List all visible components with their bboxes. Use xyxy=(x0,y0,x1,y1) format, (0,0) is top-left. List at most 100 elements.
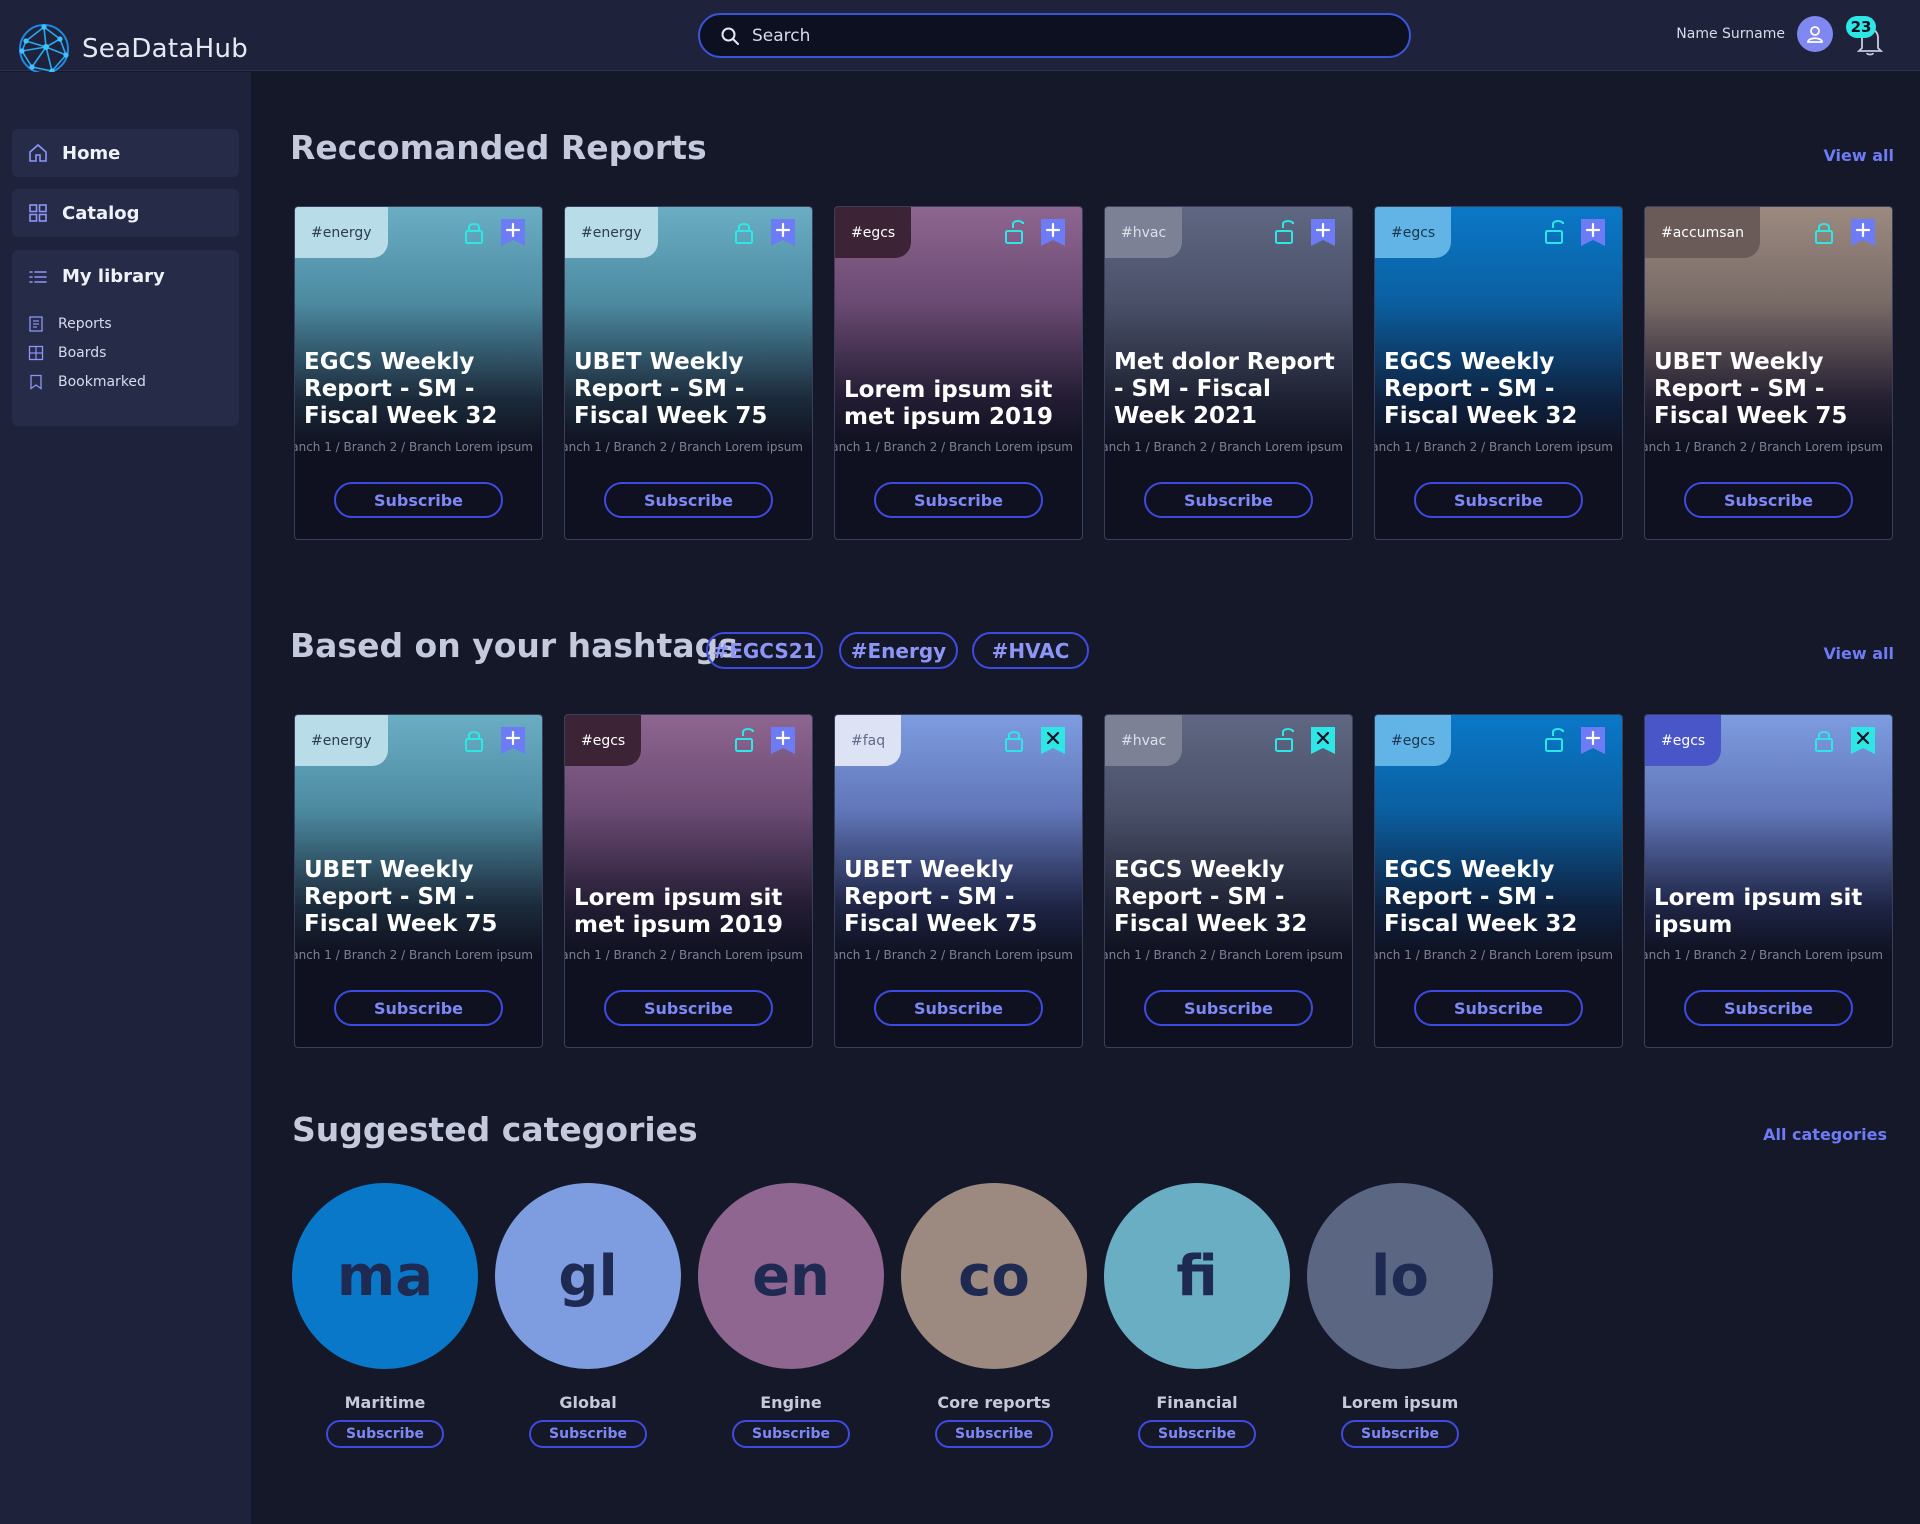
subscribe-button[interactable]: Subscribe xyxy=(1684,482,1853,518)
card-tag[interactable]: #energy xyxy=(565,207,658,258)
subscribe-button[interactable]: Subscribe xyxy=(1414,990,1583,1026)
card-title[interactable]: EGCS Weekly Report - SM - Fiscal Week 32 xyxy=(1384,857,1619,938)
subscribe-button[interactable]: Subscribe xyxy=(1144,990,1313,1026)
add-bookmark-icon[interactable] xyxy=(1851,219,1875,246)
report-card[interactable]: #energy UBET Weekly Report - SM - Fiscal … xyxy=(564,206,813,540)
category-avatar[interactable]: en xyxy=(698,1183,884,1369)
subscribe-button[interactable]: Subscribe xyxy=(1684,990,1853,1026)
card-tag[interactable]: #egcs xyxy=(835,207,912,258)
card-tag[interactable]: #egcs xyxy=(1375,207,1452,258)
report-card[interactable]: #faq UBET Weekly Report - SM - Fiscal Wee… xyxy=(834,714,1083,1048)
category-avatar[interactable]: co xyxy=(901,1183,1087,1369)
all-categories-link[interactable]: All categories xyxy=(1763,1125,1887,1144)
unlock-icon[interactable] xyxy=(731,727,757,753)
logo[interactable]: SeaDataHub xyxy=(16,21,248,77)
report-card[interactable]: #hvac Met dolor Report - SM - Fiscal Week… xyxy=(1104,206,1353,540)
search-input[interactable] xyxy=(752,25,1352,46)
card-tag[interactable]: #hvac xyxy=(1105,207,1183,258)
card-tag[interactable]: #accumsan xyxy=(1645,207,1760,258)
report-card[interactable]: #egcs EGCS Weekly Report - SM - Fiscal We… xyxy=(1374,206,1623,540)
add-bookmark-icon[interactable] xyxy=(1581,219,1605,246)
card-tag[interactable]: #hvac xyxy=(1105,715,1183,766)
unlock-icon[interactable] xyxy=(1271,727,1297,753)
user-menu[interactable]: Name Surname xyxy=(1676,16,1833,52)
category-avatar[interactable]: gl xyxy=(495,1183,681,1369)
library-item-boards[interactable]: Boards xyxy=(28,345,106,361)
hashtag-pill-egcs21[interactable]: #EGCS21 xyxy=(706,632,823,669)
card-tag[interactable]: #energy xyxy=(295,715,388,766)
subscribe-button[interactable]: Subscribe xyxy=(604,990,773,1026)
unlock-icon[interactable] xyxy=(1541,219,1567,245)
lock-icon[interactable] xyxy=(461,219,487,245)
category-avatar[interactable]: ma xyxy=(292,1183,478,1369)
lock-icon[interactable] xyxy=(1811,219,1837,245)
lock-icon[interactable] xyxy=(731,219,757,245)
subscribe-button[interactable]: Subscribe xyxy=(874,482,1043,518)
card-title[interactable]: Lorem ipsum sit met ipsum 2019 xyxy=(574,885,809,939)
report-card[interactable]: #energy EGCS Weekly Report - SM - Fiscal … xyxy=(294,206,543,540)
card-title[interactable]: UBET Weekly Report - SM - Fiscal Week 75 xyxy=(844,857,1079,938)
card-title[interactable]: Lorem ipsum sit ipsum xyxy=(1654,885,1889,939)
library-item-reports[interactable]: Reports xyxy=(28,316,112,332)
sidebar-item-catalog[interactable]: Catalog xyxy=(12,189,239,237)
sidebar-item-my-library[interactable]: My library xyxy=(28,266,165,287)
category-avatar[interactable]: lo xyxy=(1307,1183,1493,1369)
add-bookmark-icon[interactable] xyxy=(771,727,795,754)
subscribe-button[interactable]: Subscribe xyxy=(1341,1420,1459,1448)
card-title[interactable]: Lorem ipsum sit met ipsum 2019 xyxy=(844,377,1079,431)
avatar[interactable] xyxy=(1797,16,1833,52)
card-title[interactable]: UBET Weekly Report - SM - Fiscal Week 75 xyxy=(574,349,809,430)
add-bookmark-icon[interactable] xyxy=(1311,219,1335,246)
card-title[interactable]: UBET Weekly Report - SM - Fiscal Week 75 xyxy=(1654,349,1889,430)
add-bookmark-icon[interactable] xyxy=(501,219,525,246)
remove-bookmark-icon[interactable] xyxy=(1851,727,1875,754)
subscribe-button[interactable]: Subscribe xyxy=(935,1420,1053,1448)
report-card[interactable]: #energy UBET Weekly Report - SM - Fiscal … xyxy=(294,714,543,1048)
hashtag-pill-energy[interactable]: #Energy xyxy=(839,632,958,669)
card-tag[interactable]: #egcs xyxy=(1645,715,1722,766)
add-bookmark-icon[interactable] xyxy=(1581,727,1605,754)
subscribe-button[interactable]: Subscribe xyxy=(334,482,503,518)
subscribe-button[interactable]: Subscribe xyxy=(874,990,1043,1026)
subscribe-button[interactable]: Subscribe xyxy=(1144,482,1313,518)
lock-icon[interactable] xyxy=(1811,727,1837,753)
subscribe-button[interactable]: Subscribe xyxy=(326,1420,444,1448)
notifications-button[interactable]: 23 xyxy=(1846,16,1888,56)
card-tag[interactable]: #faq xyxy=(835,715,902,766)
card-tag[interactable]: #energy xyxy=(295,207,388,258)
card-title[interactable]: EGCS Weekly Report - SM - Fiscal Week 32 xyxy=(1114,857,1349,938)
card-tag[interactable]: #egcs xyxy=(565,715,642,766)
remove-bookmark-icon[interactable] xyxy=(1311,727,1335,754)
hashtag-pill-hvac[interactable]: #HVAC xyxy=(972,632,1089,669)
report-card[interactable]: #egcs Lorem ipsum sit met ipsum 2019 Branc… xyxy=(834,206,1083,540)
sidebar-item-home[interactable]: Home xyxy=(12,129,239,177)
report-card[interactable]: #egcs Lorem ipsum sit ipsum Branch 1 / Bra… xyxy=(1644,714,1893,1048)
card-tag[interactable]: #egcs xyxy=(1375,715,1452,766)
unlock-icon[interactable] xyxy=(1001,219,1027,245)
subscribe-button[interactable]: Subscribe xyxy=(732,1420,850,1448)
remove-bookmark-icon[interactable] xyxy=(1041,727,1065,754)
library-item-bookmarked[interactable]: Bookmarked xyxy=(28,374,146,390)
lock-icon[interactable] xyxy=(1001,727,1027,753)
view-all-recommended-link[interactable]: View all xyxy=(1823,146,1894,165)
subscribe-button[interactable]: Subscribe xyxy=(334,990,503,1026)
add-bookmark-icon[interactable] xyxy=(1041,219,1065,246)
search-bar[interactable] xyxy=(698,13,1411,58)
category-avatar[interactable]: fi xyxy=(1104,1183,1290,1369)
report-card[interactable]: #accumsan UBET Weekly Report - SM - Fisca… xyxy=(1644,206,1893,540)
report-card[interactable]: #hvac EGCS Weekly Report - SM - Fiscal We… xyxy=(1104,714,1353,1048)
add-bookmark-icon[interactable] xyxy=(771,219,795,246)
card-title[interactable]: EGCS Weekly Report - SM - Fiscal Week 32 xyxy=(304,349,539,430)
add-bookmark-icon[interactable] xyxy=(501,727,525,754)
subscribe-button[interactable]: Subscribe xyxy=(1138,1420,1256,1448)
card-title[interactable]: Met dolor Report - SM - Fiscal Week 2021 xyxy=(1114,349,1349,430)
unlock-icon[interactable] xyxy=(1541,727,1567,753)
card-title[interactable]: EGCS Weekly Report - SM - Fiscal Week 32 xyxy=(1384,349,1619,430)
unlock-icon[interactable] xyxy=(1271,219,1297,245)
report-card[interactable]: #egcs Lorem ipsum sit met ipsum 2019 Branc… xyxy=(564,714,813,1048)
card-title[interactable]: UBET Weekly Report - SM - Fiscal Week 75 xyxy=(304,857,539,938)
view-all-hashtags-link[interactable]: View all xyxy=(1823,644,1894,663)
subscribe-button[interactable]: Subscribe xyxy=(1414,482,1583,518)
lock-icon[interactable] xyxy=(461,727,487,753)
report-card[interactable]: #egcs EGCS Weekly Report - SM - Fiscal We… xyxy=(1374,714,1623,1048)
